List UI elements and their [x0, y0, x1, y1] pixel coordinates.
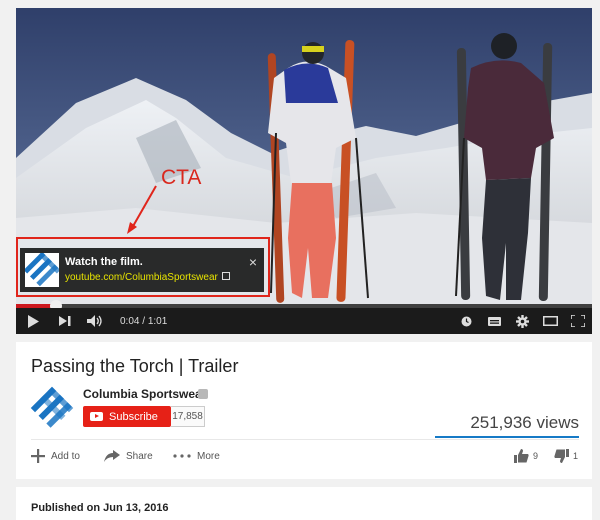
captions-icon — [487, 316, 501, 326]
external-link-icon — [221, 271, 230, 280]
subscribe-button[interactable]: Subscribe — [83, 406, 171, 427]
like-sentiment-bar — [435, 436, 579, 438]
next-icon — [58, 316, 70, 326]
divider — [31, 439, 579, 440]
youtube-logo-icon — [90, 412, 103, 421]
thumbs-up-icon[interactable] — [513, 449, 529, 463]
add-to-label: Add to — [51, 450, 80, 462]
more-button[interactable]: More — [173, 447, 220, 465]
end-card-overlay[interactable]: Watch the film. youtube.com/ColumbiaSpor… — [20, 248, 264, 292]
card-link[interactable]: youtube.com/ColumbiaSportswear — [65, 271, 218, 285]
volume-icon — [87, 315, 102, 327]
captions-button[interactable] — [480, 308, 508, 334]
theater-mode-button[interactable] — [536, 308, 564, 334]
theater-mode-icon — [542, 316, 558, 326]
duration: 1:01 — [147, 315, 168, 327]
verified-icon — [198, 389, 208, 399]
settings-gear-icon — [515, 314, 529, 328]
subscriber-count: 17,858 — [171, 406, 205, 427]
share-label: Share — [126, 450, 153, 462]
play-icon — [28, 314, 39, 328]
fullscreen-button[interactable] — [564, 308, 592, 334]
current-time: 0:04 — [120, 315, 140, 327]
publish-date: Published on Jun 13, 2016 — [31, 502, 169, 514]
video-player[interactable]: CTA Watch the film. youtube.com/Columbia… — [16, 8, 592, 334]
channel-name[interactable]: Columbia Sportswear — [83, 387, 206, 401]
settings-button[interactable] — [508, 308, 536, 334]
plus-icon — [31, 449, 45, 463]
player-controls: 0:04 / 1:01 — [16, 308, 592, 334]
play-button[interactable] — [16, 308, 50, 334]
view-count: 251,936 views — [470, 413, 579, 432]
time-separator: / — [139, 315, 148, 327]
like-count: 9 — [532, 451, 538, 461]
watch-later-button[interactable] — [452, 308, 480, 334]
more-label: More — [197, 450, 220, 462]
watch-later-icon — [461, 316, 471, 326]
next-button[interactable] — [50, 308, 80, 334]
thumbs-down-icon[interactable] — [554, 449, 569, 463]
card-title: Watch the film. — [65, 256, 143, 268]
like-dislike-group: 9 1 — [513, 447, 578, 465]
description-card: Published on Jun 13, 2016 — [16, 487, 592, 520]
volume-button[interactable] — [80, 308, 110, 334]
time-display: 0:04 / 1:01 — [120, 316, 167, 327]
share-button[interactable]: Share — [104, 447, 153, 465]
columbia-logo-icon — [25, 253, 59, 287]
dislike-count: 1 — [572, 451, 578, 461]
fullscreen-icon — [571, 315, 585, 327]
card-text: Watch the film. youtube.com/ColumbiaSpor… — [65, 255, 242, 285]
video-title: Passing the Torch | Trailer — [31, 356, 239, 376]
card-close-icon[interactable]: × — [242, 254, 264, 270]
channel-avatar[interactable] — [30, 386, 74, 430]
share-arrow-icon — [104, 450, 120, 462]
more-dots-icon — [173, 454, 191, 458]
subscribe-label: Subscribe — [109, 410, 158, 423]
add-to-button[interactable]: Add to — [31, 447, 80, 465]
video-info-card: Passing the Torch | Trailer Columbia Spo… — [16, 342, 592, 479]
